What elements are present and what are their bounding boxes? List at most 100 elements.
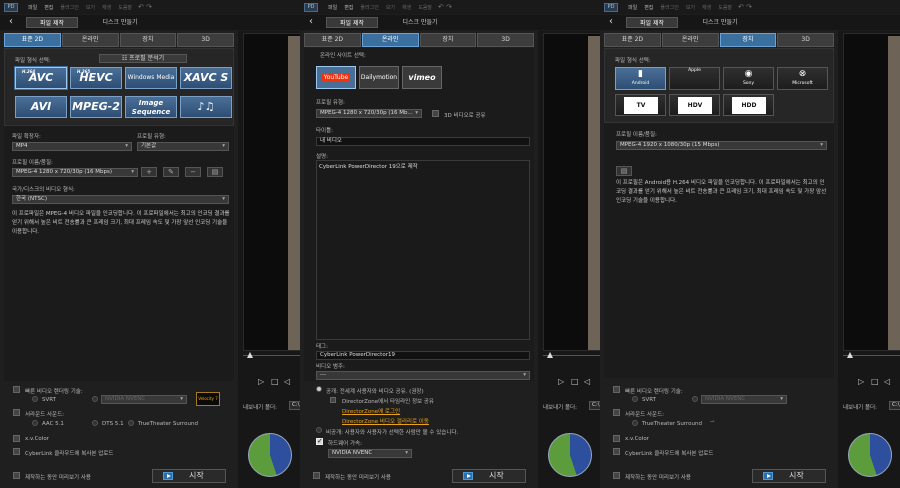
svrt-radio[interactable] (632, 396, 638, 402)
tab-create-disc[interactable]: 디스크 만들기 (394, 17, 446, 28)
svrt-radio[interactable] (32, 396, 38, 402)
hw-accel-select[interactable]: NVIDIA NVENC (328, 449, 412, 458)
surround-checkbox[interactable] (13, 409, 20, 416)
dz-gallery-link[interactable]: DirectorZone 비디오 갤러리로 이동 (342, 417, 429, 425)
xvcolor-checkbox[interactable] (13, 435, 20, 442)
tab-device[interactable]: 장치 (119, 33, 177, 47)
fast-render-checkbox[interactable] (613, 386, 620, 393)
edit-profile-icon[interactable]: ✎ (163, 167, 179, 177)
back-arrow-icon[interactable]: ‹ (609, 16, 613, 27)
delete-profile-icon[interactable]: − (185, 167, 201, 177)
format-wmv-button[interactable]: Windows Media (125, 67, 177, 89)
menu-plugins[interactable]: 플러그인 (360, 4, 378, 11)
menu-file[interactable]: 파일 (628, 4, 637, 11)
tab-standard-2d[interactable]: 표준 2D (4, 33, 61, 47)
hw-accel-checkbox[interactable] (316, 437, 323, 445)
nvenc-radio[interactable] (692, 396, 698, 402)
profile-list-icon[interactable]: ▤ (616, 166, 632, 176)
hdv-button[interactable]: HDV (669, 94, 720, 116)
add-profile-icon[interactable]: + (141, 167, 157, 177)
profile-list-icon[interactable]: ▤ (207, 167, 223, 177)
playhead-icon[interactable] (547, 352, 553, 358)
description-textarea[interactable]: CyberLink PowerDirector 19으로 제작 (316, 160, 530, 340)
stop-icon[interactable]: □ (871, 377, 879, 386)
tab-standard-2d[interactable]: 표준 2D (604, 33, 661, 47)
menu-edit[interactable]: 편집 (344, 4, 353, 11)
apple-button[interactable]: Apple (669, 67, 720, 90)
truetheater-settings-icon[interactable]: ⊸ (710, 419, 715, 425)
stop-icon[interactable]: □ (271, 377, 279, 386)
dz-share-checkbox[interactable] (330, 397, 336, 403)
menu-help[interactable]: 도움말 (718, 4, 732, 11)
nvenc-select[interactable]: NVIDIA NVENC (701, 395, 787, 404)
format-xavcs-button[interactable]: XAVC S (180, 67, 232, 89)
export-folder-field[interactable]: C:\ (289, 401, 300, 410)
youtube-button[interactable]: YouTube (316, 66, 356, 89)
hdd-button[interactable]: HDD (723, 94, 774, 116)
tv-button[interactable]: TV (615, 94, 666, 116)
undo-icon[interactable]: ↶ ↷ (738, 3, 752, 11)
menu-help[interactable]: 도움말 (118, 4, 132, 11)
prev-frame-icon[interactable]: ◁ (884, 377, 890, 386)
start-button[interactable]: 시작 (152, 469, 226, 483)
sony-button[interactable]: ◉ Sony (723, 67, 774, 90)
menu-file[interactable]: 파일 (28, 4, 37, 11)
tab-produce-file[interactable]: 파일 제작 (326, 17, 378, 28)
back-arrow-icon[interactable]: ‹ (9, 16, 13, 27)
nvenc-select[interactable]: NVIDIA NVENC (101, 395, 187, 404)
play-icon[interactable]: ▷ (258, 377, 264, 386)
tab-create-disc[interactable]: 디스크 만들기 (694, 17, 746, 28)
stop-icon[interactable]: □ (571, 377, 579, 386)
prev-frame-icon[interactable]: ◁ (284, 377, 290, 386)
aac-radio[interactable] (32, 420, 38, 426)
menu-play[interactable]: 재생 (102, 4, 111, 11)
file-extension-select[interactable]: MP4 (12, 142, 132, 151)
microsoft-button[interactable]: ⊗ Microsoft (777, 67, 828, 90)
format-avc-button[interactable]: H.264 AVC (15, 67, 67, 89)
xvcolor-checkbox[interactable] (613, 435, 620, 442)
category-select[interactable]: --- (316, 371, 530, 380)
tab-3d[interactable]: 3D (177, 33, 234, 47)
menu-edit[interactable]: 편집 (644, 4, 653, 11)
android-button[interactable]: ▮ Android (615, 67, 666, 90)
profile-type-select[interactable]: 기본값 (137, 142, 229, 151)
vimeo-button[interactable]: vimeo (402, 66, 442, 89)
start-button[interactable]: 시작 (452, 469, 526, 483)
menu-plugins[interactable]: 플러그인 (660, 4, 678, 11)
menu-view[interactable]: 보기 (86, 4, 95, 11)
menu-play[interactable]: 재생 (402, 4, 411, 11)
cloud-upload-checkbox[interactable] (13, 448, 20, 455)
profile-analyzer-button[interactable]: ☷ 프로필 분석기 (99, 54, 187, 63)
region-select[interactable]: 한국 (NTSC) (12, 195, 229, 204)
format-image-sequence-button[interactable]: Image Sequence (125, 96, 177, 118)
preview-checkbox[interactable] (313, 472, 320, 479)
start-button[interactable]: 시작 (752, 469, 826, 483)
menu-file[interactable]: 파일 (328, 4, 337, 11)
share-3d-checkbox[interactable] (432, 110, 439, 117)
profile-select[interactable]: MPEG-4 1280 x 720/30p (16 Mb... (316, 109, 422, 118)
truetheater-radio[interactable] (128, 420, 134, 426)
profile-select[interactable]: MPEG-4 1920 x 1080/30p (15 Mbps) (616, 141, 827, 150)
title-input[interactable]: 내 비디오 (316, 137, 530, 146)
tab-online[interactable]: 온라인 (661, 33, 719, 47)
undo-icon[interactable]: ↶ ↷ (438, 3, 452, 11)
prev-frame-icon[interactable]: ◁ (584, 377, 590, 386)
undo-icon[interactable]: ↶ ↷ (138, 3, 152, 11)
menu-plugins[interactable]: 플러그인 (60, 4, 78, 11)
playhead-icon[interactable] (247, 352, 253, 358)
playhead-icon[interactable] (847, 352, 853, 358)
fast-render-checkbox[interactable] (13, 386, 20, 393)
cloud-upload-checkbox[interactable] (613, 448, 620, 455)
profile-name-select[interactable]: MPEG-4 1280 x 720/30p (16 Mbps) (12, 168, 138, 177)
nvenc-radio[interactable] (92, 396, 98, 402)
tags-input[interactable]: CyberLink PowerDirector19 (316, 351, 530, 360)
export-folder-field[interactable]: C:\ (589, 401, 600, 410)
tab-online[interactable]: 온라인 (61, 33, 119, 47)
dailymotion-button[interactable]: Dailymotion (359, 66, 399, 89)
menu-view[interactable]: 보기 (686, 4, 695, 11)
tab-device[interactable]: 장치 (419, 33, 477, 47)
tab-standard-2d[interactable]: 표준 2D (304, 33, 361, 47)
export-folder-field[interactable]: C:\ (889, 401, 900, 410)
menu-help[interactable]: 도움말 (418, 4, 432, 11)
format-audio-button[interactable]: ♪♫ (180, 96, 232, 118)
